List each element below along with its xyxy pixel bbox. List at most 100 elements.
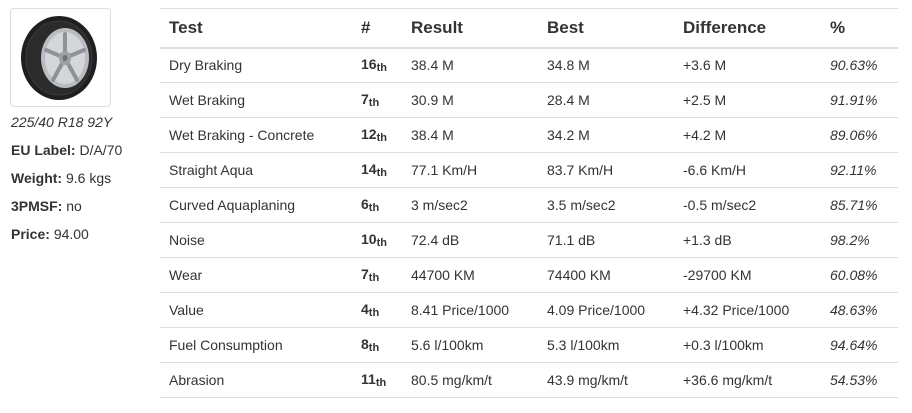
cell-result: 38.4 M: [402, 117, 538, 153]
spec-label: Price:: [11, 226, 50, 242]
cell-result: 3 m/sec2: [402, 187, 538, 223]
cell-difference: -0.5 m/sec2: [674, 187, 821, 223]
cell-best: 83.7 Km/H: [538, 152, 674, 188]
spec-label: EU Label:: [11, 142, 76, 158]
weight-spec: Weight: 9.6 kgs: [11, 170, 111, 186]
cell-rank: 7th: [352, 257, 402, 293]
cell-difference: +2.5 M: [674, 82, 821, 118]
table-row: Value 4th 8.41 Price/1000 4.09 Price/1000 +4…: [160, 292, 898, 328]
header-rank: #: [352, 8, 402, 49]
cell-best: 5.3 l/100km: [538, 327, 674, 363]
rank-suffix: th: [376, 237, 387, 249]
table-row: Wear 7th 44700 KM 74400 KM -29700 KM 60.08%: [160, 257, 898, 293]
rank-suffix: th: [368, 307, 380, 319]
cell-result: 72.4 dB: [402, 222, 538, 258]
table-header-row: Test # Result Best Difference %: [160, 8, 898, 49]
cell-test: Dry Braking: [160, 47, 352, 83]
rank-suffix: th: [376, 167, 387, 179]
cell-result: 80.5 mg/km/t: [402, 362, 538, 398]
spec-label: Weight:: [11, 170, 63, 186]
cell-difference: +0.3 l/100km: [674, 327, 821, 363]
cell-best: 3.5 m/sec2: [538, 187, 674, 223]
tyre-image[interactable]: [10, 8, 111, 107]
rank-number: 14: [361, 161, 377, 177]
table-row: Straight Aqua 14th 77.1 Km/H 83.7 Km/H -6.6 …: [160, 152, 898, 188]
cell-result: 44700 KM: [402, 257, 538, 293]
rank-suffix: th: [368, 202, 380, 214]
cell-percent: 94.64%: [821, 327, 898, 363]
table-row: Wet Braking - Concrete 12th 38.4 M 34.2 M +4…: [160, 117, 898, 153]
cell-best: 34.8 M: [538, 47, 674, 83]
cell-test: Abrasion: [160, 362, 352, 398]
rank-suffix: th: [375, 377, 387, 389]
cell-best: 4.09 Price/1000: [538, 292, 674, 328]
cell-test: Wet Braking - Concrete: [160, 117, 352, 153]
cell-test: Wet Braking: [160, 82, 352, 118]
cell-rank: 8th: [352, 327, 402, 363]
rank-suffix: th: [368, 97, 380, 109]
cell-rank: 7th: [352, 82, 402, 118]
spec-label: 3PMSF:: [11, 198, 63, 214]
cell-difference: +4.32 Price/1000: [674, 292, 821, 328]
cell-difference: +36.6 mg/km/t: [674, 362, 821, 398]
cell-difference: +1.3 dB: [674, 222, 821, 258]
cell-difference: +3.6 M: [674, 47, 821, 83]
header-percent: %: [821, 8, 898, 49]
cell-test: Fuel Consumption: [160, 327, 352, 363]
table-row: Curved Aquaplaning 6th 3 m/sec2 3.5 m/sec2-…: [160, 187, 898, 223]
rank-suffix: th: [368, 342, 380, 354]
spec-value: no: [66, 198, 82, 214]
cell-percent: 48.63%: [821, 292, 898, 328]
rank-number: 10: [361, 231, 377, 247]
cell-result: 8.41 Price/1000: [402, 292, 538, 328]
rank-number: 8: [361, 336, 369, 352]
table-row: Wet Braking 7th 30.9 M 28.4 M +2.5 M 91.91%: [160, 82, 898, 118]
spec-value: 9.6 kgs: [65, 170, 112, 186]
tyre-icon: [20, 16, 97, 100]
table-row: Noise 10th 72.4 dB 71.1 dB +1.3 dB 98.2%: [160, 222, 898, 258]
cell-test: Noise: [160, 222, 352, 258]
cell-best: 34.2 M: [538, 117, 674, 153]
table-row: Fuel Consumption 8th 5.6 l/100km 5.3 l/100k…: [160, 327, 898, 363]
tyre-size: 225/40 R18 92Y: [11, 114, 113, 130]
header-best: Best: [538, 8, 674, 49]
cell-rank: 16th: [352, 47, 402, 83]
cell-percent: 92.11%: [821, 152, 898, 188]
rank-number: 7: [361, 266, 369, 282]
table-row: Abrasion 11th 80.5 mg/km/t 43.9 mg/km/t +36.…: [160, 362, 898, 398]
cell-difference: -6.6 Km/H: [674, 152, 821, 188]
header-difference: Difference: [674, 8, 821, 49]
cell-percent: 89.06%: [821, 117, 898, 153]
cell-rank: 10th: [352, 222, 402, 258]
rank-suffix: th: [376, 62, 387, 75]
cell-best: 71.1 dB: [538, 222, 674, 258]
cell-result: 77.1 Km/H: [402, 152, 538, 188]
rank-number: 4: [361, 301, 369, 317]
cell-percent: 90.63%: [821, 47, 898, 83]
cell-percent: 91.91%: [821, 82, 898, 118]
cell-rank: 12th: [352, 117, 402, 153]
cell-rank: 11th: [352, 362, 402, 398]
cell-rank: 6th: [352, 187, 402, 223]
spec-value: D/A/70: [79, 142, 123, 158]
cell-rank: 14th: [352, 152, 402, 188]
eu-label-spec: EU Label: D/A/70: [11, 142, 122, 158]
header-result: Result: [402, 8, 538, 49]
cell-result: 30.9 M: [402, 82, 538, 118]
cell-best: 28.4 M: [538, 82, 674, 118]
3pmsf-spec: 3PMSF: no: [11, 198, 82, 214]
tyre-info-panel: 225/40 R18 92Y EU Label: D/A/70 Weight: …: [0, 0, 160, 413]
price-spec: Price: 94.00: [11, 226, 89, 242]
cell-test: Curved Aquaplaning: [160, 187, 352, 223]
cell-test: Wear: [160, 257, 352, 293]
cell-result: 38.4 M: [402, 47, 538, 83]
rank-number: 11: [361, 371, 376, 387]
rank-number: 12: [361, 126, 377, 142]
cell-percent: 85.71%: [821, 187, 898, 223]
rank-number: 7: [361, 91, 369, 107]
cell-test: Value: [160, 292, 352, 328]
rank-suffix: th: [368, 272, 380, 284]
cell-difference: +4.2 M: [674, 117, 821, 153]
cell-rank: 4th: [352, 292, 402, 328]
cell-best: 74400 KM: [538, 257, 674, 293]
